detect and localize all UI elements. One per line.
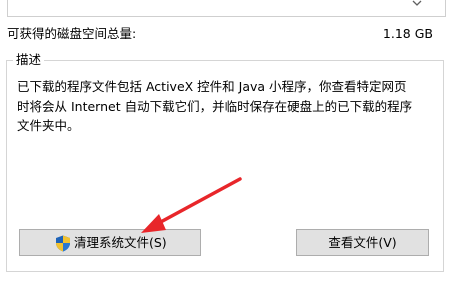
uac-shield-icon	[56, 235, 70, 252]
view-files-button[interactable]: 查看文件(V)	[296, 229, 429, 256]
files-to-delete-list[interactable]	[7, 0, 446, 17]
cleanup-system-files-label: 清理系统文件(S)	[74, 235, 167, 250]
disk-space-label: 可获得的磁盘空间总量:	[7, 26, 137, 41]
disk-space-value: 1.18 GB	[382, 26, 433, 41]
description-legend: 描述	[13, 52, 45, 68]
disk-cleanup-panel: 可获得的磁盘空间总量: 1.18 GB 描述 已下载的程序文件包括 Active…	[0, 0, 453, 291]
list-scrollbar[interactable]	[409, 0, 444, 12]
description-text: 已下载的程序文件包括 ActiveX 控件和 Java 小程序，你查看特定网页 …	[17, 79, 413, 133]
chevron-down-icon[interactable]	[412, 0, 422, 8]
cleanup-system-files-button[interactable]: 清理系统文件(S)	[19, 229, 201, 256]
